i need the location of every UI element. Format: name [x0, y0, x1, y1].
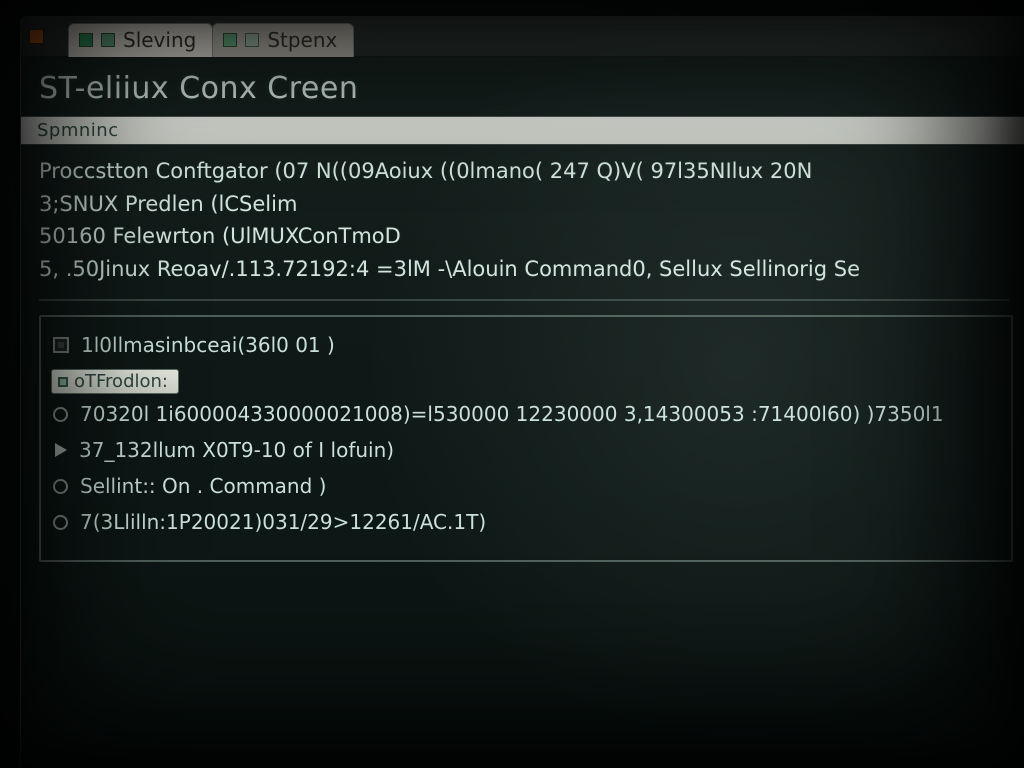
tree-item-label: Sellint:: On . Command ) — [80, 474, 326, 498]
tree-item[interactable]: 37_132llum X0T9-10 of I lofuin) — [51, 432, 1001, 468]
output-line: 50160 Felewrton (UlMUXConTmoD — [39, 220, 1009, 253]
radio-icon[interactable] — [53, 407, 68, 422]
checkbox-icon[interactable] — [53, 337, 69, 353]
tree-header-label: 1l0llmasinbceai(36l0 01 ) — [81, 333, 335, 357]
tab-icon — [245, 33, 259, 47]
tree-item[interactable]: 7(3Llilln:1P20021)031/29>12261/AC.1T) — [51, 504, 1001, 540]
section-bar: Spmninc — [21, 116, 1024, 145]
tab-inactive[interactable]: Stpenx — [212, 23, 354, 57]
filter-chip[interactable]: oTFrodlon: — [51, 369, 179, 394]
tab-label: Stpenx — [267, 28, 337, 52]
output-block: Proccstton Conftgator (07 N((09Aoiux ((0… — [21, 145, 1024, 285]
tree-panel: 1l0llmasinbceai(36l0 01 ) oTFrodlon: 703… — [39, 315, 1013, 562]
output-line: 3;SNUX Predlen (lCSelim — [39, 188, 1009, 221]
tree-item[interactable]: Sellint:: On . Command ) — [51, 468, 1001, 504]
tree-item-label: 70320l 1i600004330000021008)=l530000 122… — [80, 402, 944, 426]
radio-icon[interactable] — [53, 515, 68, 530]
tree-item-label: 37_132llum X0T9-10 of I lofuin) — [79, 438, 394, 462]
tab-label: Sleving — [123, 28, 196, 52]
tree-header[interactable]: 1l0llmasinbceai(36l0 01 ) — [51, 327, 1001, 363]
tab-icon — [101, 33, 115, 47]
tabstrip: Sleving Stpenx — [68, 17, 354, 57]
radio-icon[interactable] — [53, 479, 68, 494]
tab-icon — [223, 33, 237, 47]
divider — [39, 299, 1009, 301]
tree-item[interactable]: 70320l 1i600004330000021008)=l530000 122… — [51, 396, 1001, 432]
close-icon[interactable] — [29, 29, 44, 44]
chip-icon — [58, 377, 68, 387]
output-line: 5, .50Jinux Reoav/.113.72192:4 =3lM -\Al… — [39, 253, 1009, 286]
titlebar: Sleving Stpenx — [21, 17, 1024, 57]
tree-item-label: 7(3Llilln:1P20021)031/29>12261/AC.1T) — [80, 510, 486, 534]
tab-active[interactable]: Sleving — [68, 23, 213, 57]
page-title: ST-eliiux Conx Creen — [21, 57, 1024, 116]
tab-icon — [79, 33, 93, 47]
output-line: Proccstton Conftgator (07 N((09Aoiux ((0… — [39, 155, 1009, 188]
section-label: Spmninc — [37, 120, 119, 141]
terminal-window: Sleving Stpenx ST-eliiux Conx Creen Spmn… — [20, 16, 1024, 768]
chip-label: oTFrodlon: — [74, 371, 168, 392]
expand-icon[interactable] — [55, 443, 67, 457]
